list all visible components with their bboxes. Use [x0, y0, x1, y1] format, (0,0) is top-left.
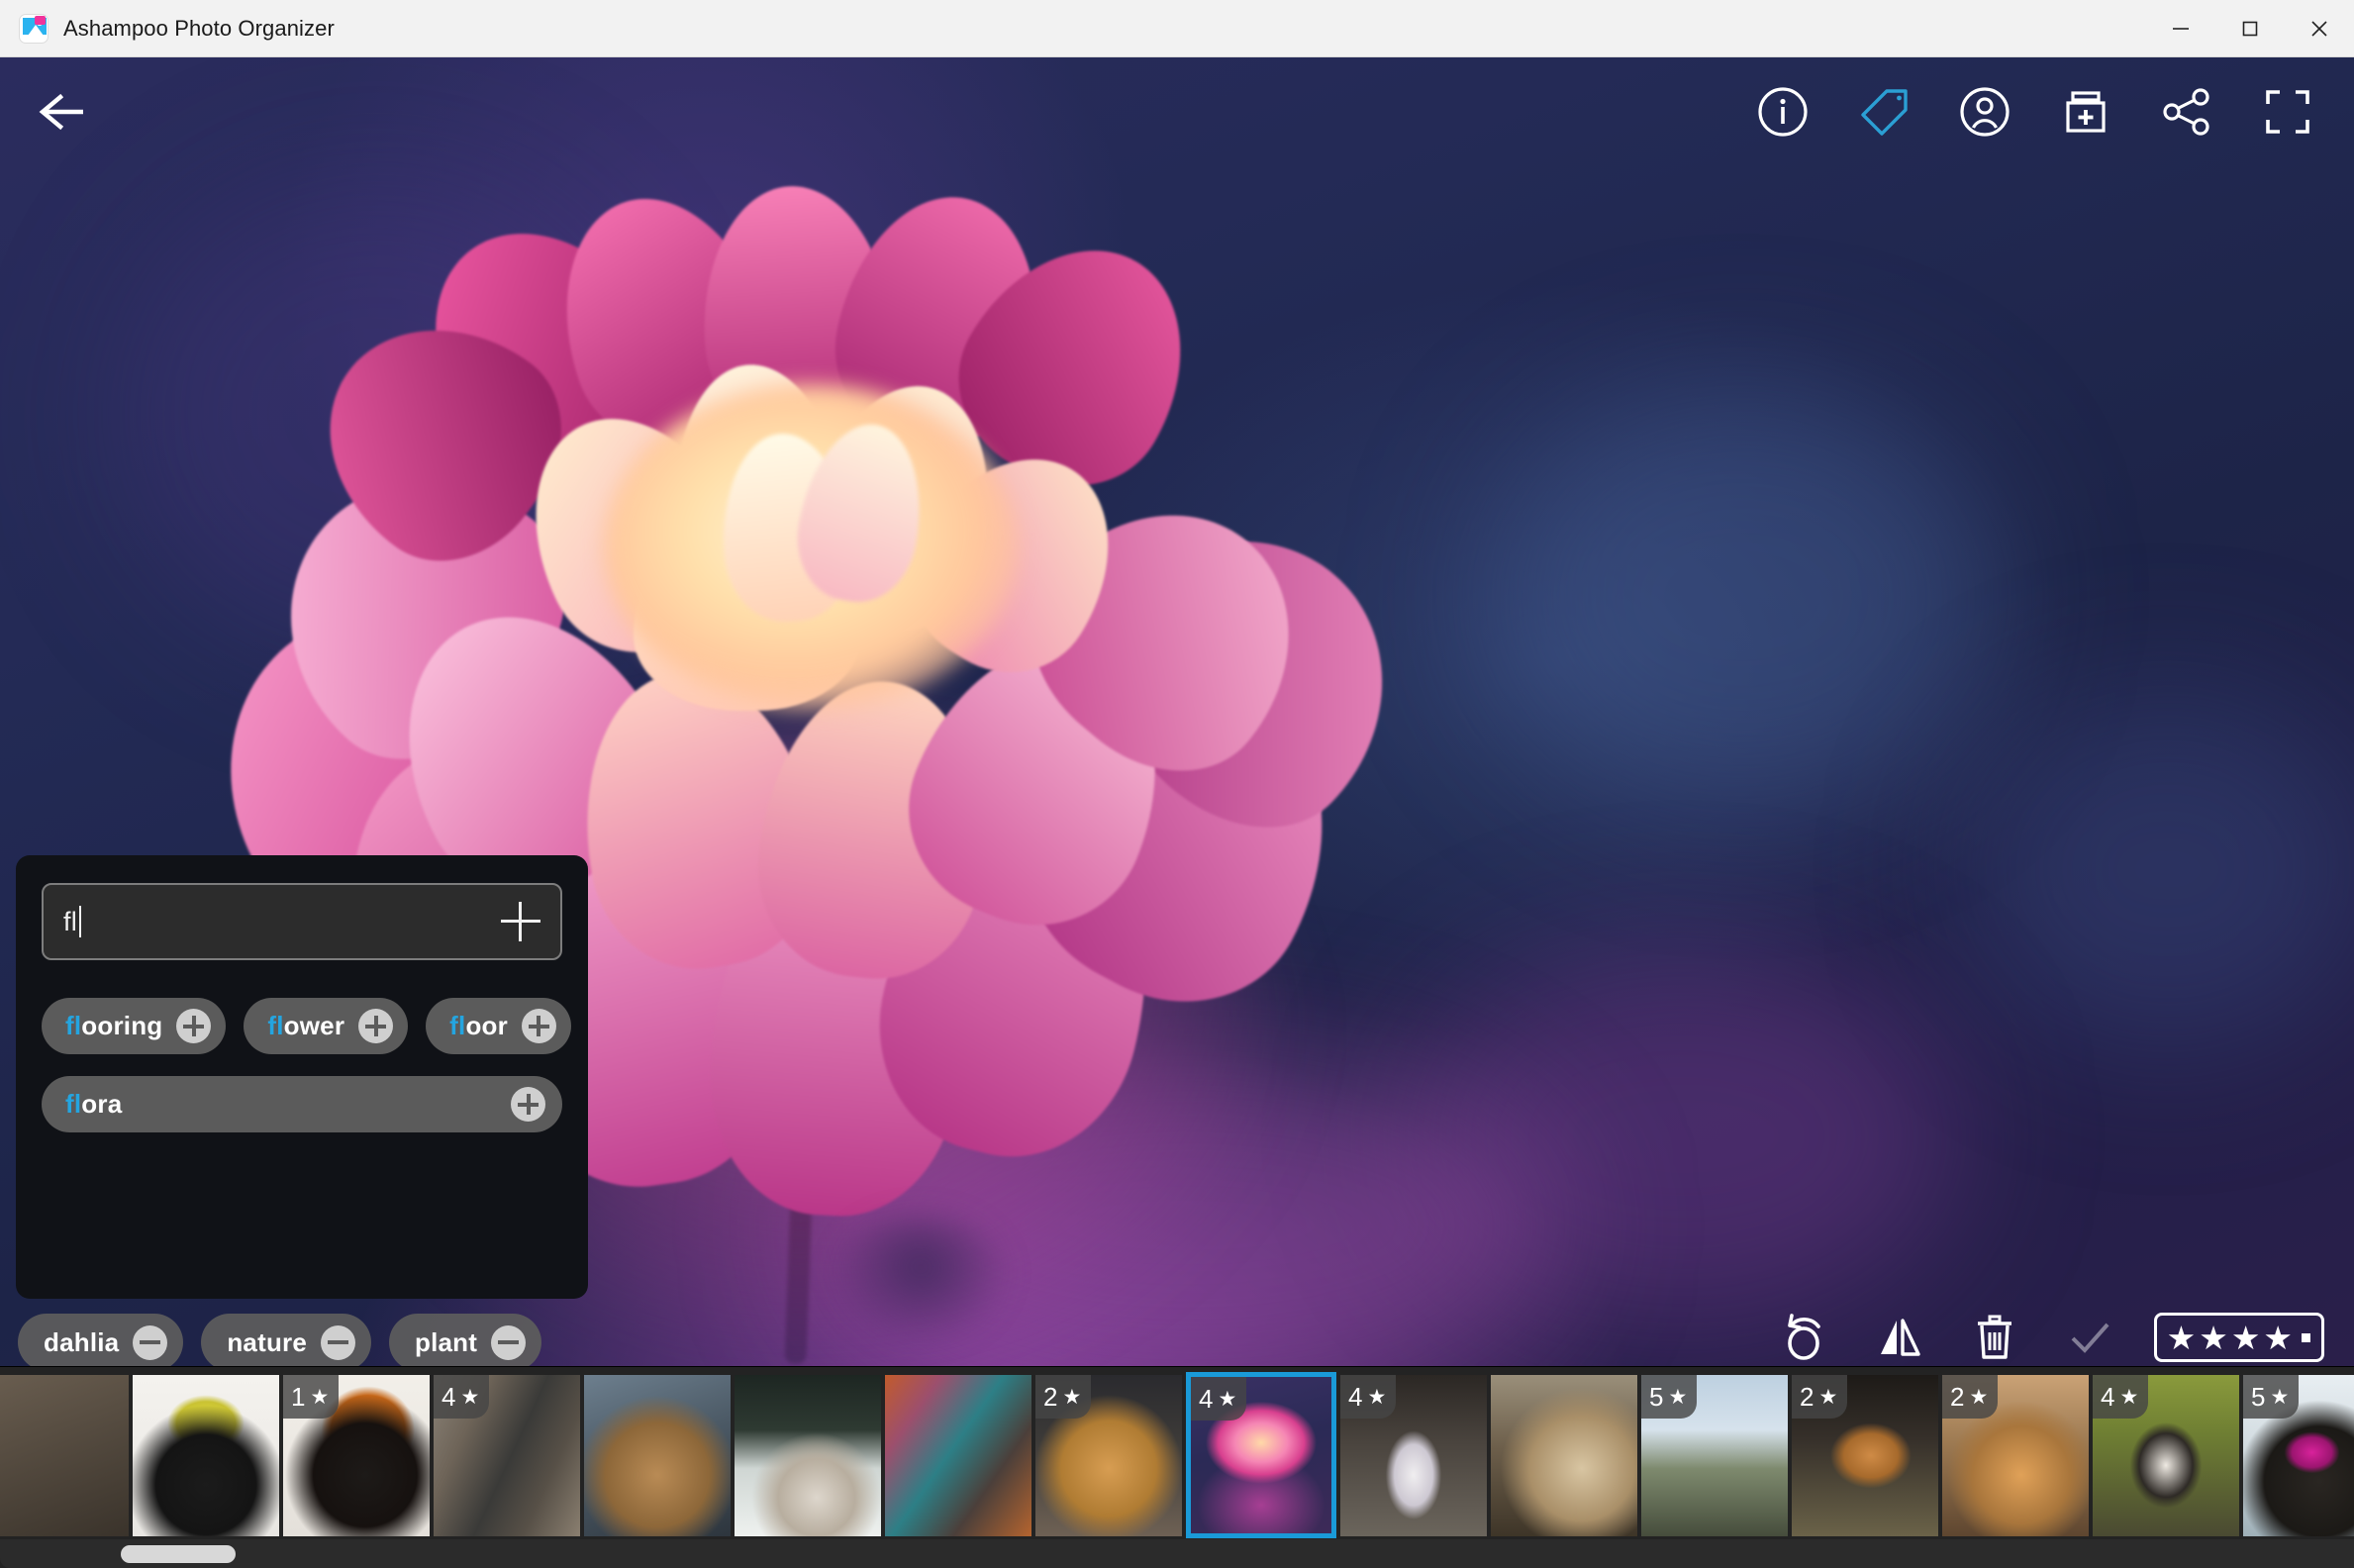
tag-editor-panel: fl flooring flower floor flora	[16, 855, 588, 1299]
tag-input-value: fl	[63, 907, 77, 937]
remove-tag-icon[interactable]	[491, 1325, 526, 1360]
star-5-empty[interactable]	[2302, 1333, 2310, 1342]
list-item[interactable]	[133, 1375, 279, 1536]
rating-badge: 4★	[1340, 1375, 1396, 1419]
list-item[interactable]	[0, 1375, 129, 1536]
delete-icon[interactable]	[1964, 1307, 2025, 1368]
close-button[interactable]	[2285, 0, 2354, 56]
list-item[interactable]: 2★	[1792, 1375, 1938, 1536]
title-bar: Ashampoo Photo Organizer	[0, 0, 2354, 57]
applied-tags-row: dahlia nature plant	[18, 1314, 541, 1371]
rating-badge: 2★	[1792, 1375, 1847, 1419]
background-bud	[832, 1216, 1010, 1344]
tag-icon[interactable]	[1853, 81, 1914, 143]
list-item[interactable]	[735, 1375, 881, 1536]
rotate-icon[interactable]	[1774, 1307, 1835, 1368]
list-item[interactable]: 4★	[434, 1375, 580, 1536]
applied-tag-plant[interactable]: plant	[389, 1314, 541, 1371]
rating-badge: 2★	[1942, 1375, 1998, 1419]
rating-badge: 4★	[2093, 1375, 2148, 1419]
add-tag-plus-icon[interactable]	[501, 902, 540, 941]
tag-search-input[interactable]: fl	[42, 883, 562, 960]
applied-tag-nature[interactable]: nature	[201, 1314, 371, 1371]
back-arrow-icon[interactable]	[26, 81, 97, 143]
rating-badge: 4★	[434, 1375, 489, 1419]
list-item[interactable]	[885, 1375, 1031, 1536]
maximize-button[interactable]	[2215, 0, 2285, 56]
tag-suggestion-floor[interactable]: floor	[426, 998, 571, 1054]
list-item[interactable]: 5★	[2243, 1375, 2354, 1536]
fullscreen-icon[interactable]	[2257, 81, 2318, 143]
star-2[interactable]: ★	[2199, 1322, 2228, 1354]
viewer-toolbar	[0, 57, 2354, 166]
background-bokeh	[1960, 691, 2354, 1047]
application-window: Ashampoo Photo Organizer	[0, 0, 2354, 1568]
tag-suggestion-label: flower	[267, 1011, 344, 1041]
add-suggestion-icon[interactable]	[511, 1087, 545, 1122]
tag-suggestion-flooring[interactable]: flooring	[42, 998, 226, 1054]
viewer-toolbar-actions	[1752, 81, 2318, 143]
list-item[interactable]: 2★	[1942, 1375, 2089, 1536]
tag-suggestion-flower[interactable]: flower	[244, 998, 408, 1054]
tag-suggestion-label: flora	[65, 1089, 122, 1120]
filmstrip-track: 1★ 4★ 2★ 4★ 4★	[0, 1375, 2354, 1536]
tag-suggestions-row: flooring flower floor	[42, 998, 562, 1054]
applied-tag-label: dahlia	[44, 1327, 119, 1358]
filmstrip[interactable]: 1★ 4★ 2★ 4★ 4★	[0, 1366, 2354, 1568]
list-item[interactable]	[584, 1375, 731, 1536]
window-title: Ashampoo Photo Organizer	[63, 16, 335, 42]
list-item[interactable]: 5★	[1641, 1375, 1788, 1536]
list-item-selected[interactable]: 4★	[1186, 1372, 1336, 1538]
rating-badge: 1★	[283, 1375, 339, 1419]
confirm-icon[interactable]	[2059, 1307, 2120, 1368]
tag-suggestion-label: flooring	[65, 1011, 162, 1041]
star-4[interactable]: ★	[2263, 1322, 2293, 1354]
remove-tag-icon[interactable]	[133, 1325, 167, 1360]
star-1[interactable]: ★	[2167, 1322, 2197, 1354]
applied-tag-label: plant	[415, 1327, 477, 1358]
add-to-album-icon[interactable]	[2055, 81, 2116, 143]
rating-badge: 2★	[1035, 1375, 1091, 1419]
text-cursor	[79, 906, 81, 937]
info-icon[interactable]	[1752, 81, 1814, 143]
star-rating-control[interactable]: ★ ★ ★ ★	[2154, 1313, 2324, 1362]
tag-suggestion-label: floor	[449, 1011, 508, 1041]
person-icon[interactable]	[1954, 81, 2015, 143]
flip-icon[interactable]	[1869, 1307, 1930, 1368]
rating-badge: 5★	[2243, 1375, 2299, 1419]
filmstrip-scrollbar[interactable]	[0, 1539, 2354, 1568]
tag-suggestion-flora[interactable]: flora	[42, 1076, 562, 1132]
star-3[interactable]: ★	[2231, 1322, 2261, 1354]
add-suggestion-icon[interactable]	[522, 1009, 556, 1043]
add-suggestion-icon[interactable]	[358, 1009, 393, 1043]
rating-badge: 5★	[1641, 1375, 1697, 1419]
add-suggestion-icon[interactable]	[176, 1009, 211, 1043]
applied-tag-dahlia[interactable]: dahlia	[18, 1314, 183, 1371]
list-item[interactable]	[1491, 1375, 1637, 1536]
window-controls	[2146, 0, 2354, 56]
scrollbar-thumb[interactable]	[121, 1545, 236, 1563]
rating-badge: 4★	[1191, 1377, 1246, 1421]
background-bokeh	[1485, 384, 2000, 810]
background-bokeh	[1406, 948, 1960, 1324]
applied-tag-label: nature	[227, 1327, 307, 1358]
app-logo-icon	[19, 14, 49, 44]
minimize-button[interactable]	[2146, 0, 2215, 56]
list-item[interactable]: 4★	[2093, 1375, 2239, 1536]
remove-tag-icon[interactable]	[321, 1325, 355, 1360]
share-icon[interactable]	[2156, 81, 2217, 143]
list-item[interactable]: 4★	[1340, 1375, 1487, 1536]
list-item[interactable]: 2★	[1035, 1375, 1182, 1536]
list-item[interactable]: 1★	[283, 1375, 430, 1536]
photo-actions-bar: ★ ★ ★ ★	[1774, 1307, 2324, 1368]
